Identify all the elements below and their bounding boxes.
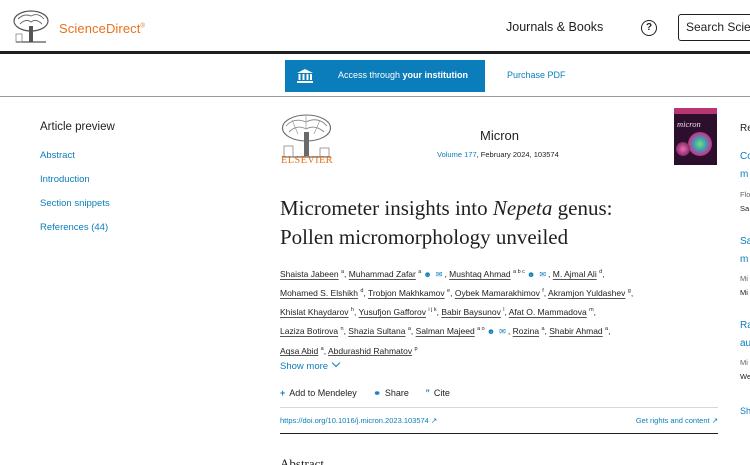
recommended-title[interactable]: Ra xyxy=(740,320,750,331)
author-link[interactable]: Rozina xyxy=(513,326,539,336)
article-title: Micrometer insights into Nepeta genus: Po… xyxy=(280,196,613,249)
email-icon[interactable]: ✉ xyxy=(539,266,546,283)
access-bar: Access through your institution Purchase… xyxy=(0,57,750,97)
author-link[interactable]: Laziza Botirova xyxy=(280,326,338,336)
article-actions: + Add to Mendeley ⚭ Share ” Cite xyxy=(280,388,464,399)
journal-cover-image[interactable]: micron xyxy=(674,108,717,165)
person-icon[interactable]: ☻ xyxy=(487,323,495,340)
recommended-title[interactable]: Co xyxy=(740,151,750,162)
sidebar-item-abstract[interactable]: Abstract xyxy=(40,150,75,161)
cite-button[interactable]: ” Cite xyxy=(425,388,450,398)
chevron-down-icon xyxy=(331,358,341,368)
recommended-meta: Sa xyxy=(740,204,750,213)
sidebar-item-introduction[interactable]: Introduction xyxy=(40,174,90,185)
author-link[interactable]: Shabir Ahmad xyxy=(549,326,602,336)
sidebar-item-references[interactable]: References (44) xyxy=(40,222,108,233)
author-link[interactable]: M. Ajmal Ali xyxy=(553,269,597,279)
show-more-recommended-link[interactable]: Sh xyxy=(740,406,750,416)
recommended-title[interactable]: Sa xyxy=(740,236,750,247)
share-button[interactable]: ⚭ Share xyxy=(373,388,409,398)
search-placeholder: Search Scie xyxy=(686,20,750,34)
site-header: ScienceDirect® Journals & Books ? Search… xyxy=(0,0,750,54)
person-icon[interactable]: ☻ xyxy=(423,266,431,283)
author-link[interactable]: Trobjon Makhkamov xyxy=(368,288,445,298)
email-icon[interactable]: ✉ xyxy=(499,323,506,340)
external-link-icon: ↗ xyxy=(430,416,438,425)
doi-row: https://doi.org/10.1016/j.micron.2023.10… xyxy=(280,407,718,434)
author-link[interactable]: Yusufjon Gafforov xyxy=(359,307,426,317)
doi-link[interactable]: https://doi.org/10.1016/j.micron.2023.10… xyxy=(280,416,437,425)
author-link[interactable]: Shaista Jabeen xyxy=(280,269,339,279)
author-link[interactable]: Akramjon Yuldashev xyxy=(548,288,625,298)
recommended-title[interactable]: m xyxy=(740,254,748,265)
author-list: Shaista Jabeen a, Muhammad Zafar a ☻ ✉, Mu… xyxy=(280,264,720,360)
author-link[interactable]: Salman Majeed xyxy=(416,326,475,336)
author-link[interactable]: Oybek Mamarakhimov xyxy=(455,288,540,298)
recommended-meta: Mi xyxy=(740,358,748,367)
author-link[interactable]: Afat O. Mammadova xyxy=(509,307,587,317)
cover-art xyxy=(688,132,712,156)
author-link[interactable]: Mushtaq Ahmad xyxy=(449,269,510,279)
access-institution-button[interactable]: Access through your institution xyxy=(285,60,485,92)
sciencedirect-brand[interactable]: ScienceDirect® xyxy=(59,21,145,36)
recommended-title[interactable]: m xyxy=(740,169,748,180)
recommended-meta: Flo xyxy=(740,190,750,199)
elsevier-tree-logo-icon[interactable] xyxy=(12,10,50,44)
recommended-meta: Mi xyxy=(740,274,748,283)
institution-icon xyxy=(297,69,313,83)
add-to-mendeley-button[interactable]: + Add to Mendeley xyxy=(280,388,357,398)
recommended-title[interactable]: au xyxy=(740,338,750,349)
journal-issue-info: Volume 177, February 2024, 103574 xyxy=(437,150,559,159)
search-input[interactable]: Search Scie xyxy=(678,14,750,41)
help-icon[interactable]: ? xyxy=(641,20,657,36)
journal-title[interactable]: Micron xyxy=(480,128,519,143)
volume-link[interactable]: Volume 177 xyxy=(437,150,477,159)
author-link[interactable]: Babir Baysunov xyxy=(441,307,501,317)
article-preview-heading: Article preview xyxy=(40,121,115,133)
journals-books-link[interactable]: Journals & Books xyxy=(506,20,603,34)
quote-icon: ” xyxy=(425,388,430,398)
external-link-icon: ↗ xyxy=(711,416,718,425)
cover-title: micron xyxy=(677,119,701,129)
author-link[interactable]: Khislat Khaydarov xyxy=(280,307,349,317)
author-link[interactable]: Mohamed S. Elshikh xyxy=(280,288,358,298)
author-link[interactable]: Aqsa Abid xyxy=(280,345,318,355)
publisher-wordmark: ELSEVIER xyxy=(281,155,333,166)
rights-link[interactable]: Get rights and content ↗ xyxy=(636,416,718,425)
abstract-heading: Abstract xyxy=(280,456,325,465)
recommended-heading: Re xyxy=(740,123,750,134)
email-icon[interactable]: ✉ xyxy=(436,266,443,283)
share-icon: ⚭ xyxy=(373,388,381,398)
author-link[interactable]: Shazia Sultana xyxy=(348,326,405,336)
access-label: Access through your institution xyxy=(338,70,469,80)
author-link[interactable]: Muhammad Zafar xyxy=(349,269,416,279)
show-more-button[interactable]: Show more xyxy=(280,358,341,372)
recommended-meta: We xyxy=(740,372,750,381)
recommended-meta: Mi xyxy=(740,288,748,297)
person-icon[interactable]: ☻ xyxy=(527,266,535,283)
sidebar-item-section-snippets[interactable]: Section snippets xyxy=(40,198,110,209)
author-link[interactable]: Abdurashid Rahmatov xyxy=(328,345,412,355)
cover-art xyxy=(676,142,690,156)
plus-icon: + xyxy=(280,388,286,398)
cover-band xyxy=(674,108,717,114)
purchase-pdf-link[interactable]: Purchase PDF xyxy=(507,70,566,80)
